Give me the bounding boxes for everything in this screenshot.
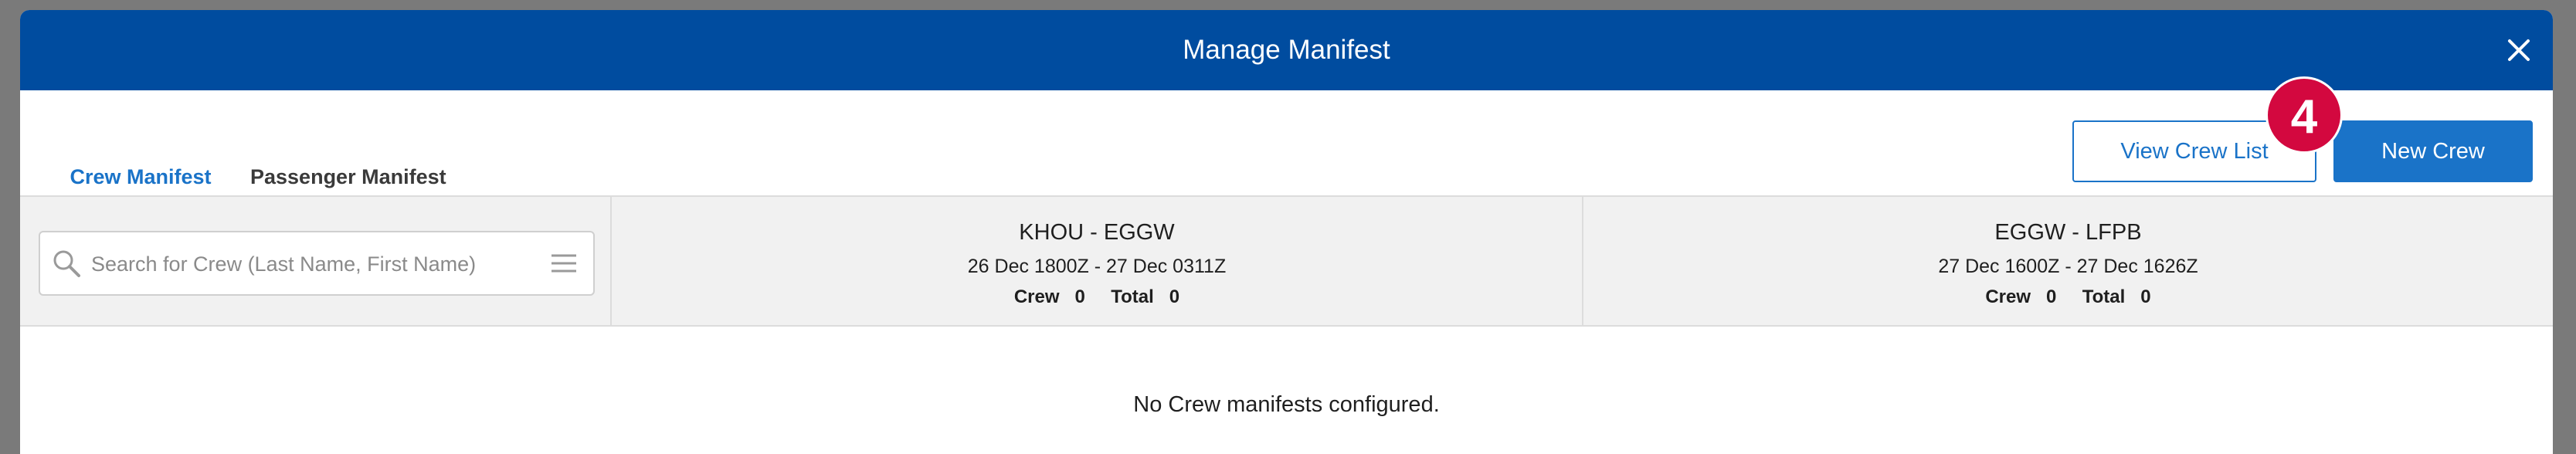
leg-route: EGGW - LFPB <box>1994 220 2142 245</box>
manage-manifest-modal: Manage Manifest Crew Manifest Passenger … <box>20 10 2553 454</box>
leg-route: KHOU - EGGW <box>1019 220 1175 245</box>
total-label: Total <box>1111 286 1154 307</box>
search-cell <box>20 197 612 325</box>
total-count: 0 <box>2140 286 2151 307</box>
search-icon <box>53 250 80 277</box>
total-label: Total <box>2082 286 2126 307</box>
crew-search-input[interactable] <box>90 232 541 296</box>
modal-title: Manage Manifest <box>1183 35 1390 65</box>
leg-counts: Crew 0 Total 0 <box>612 286 1582 308</box>
new-crew-button[interactable]: New Crew <box>2333 120 2533 182</box>
flight-leg-1: KHOU - EGGW 26 Dec 1800Z - 27 Dec 0311Z … <box>612 197 1583 325</box>
close-icon <box>2508 39 2530 61</box>
empty-state-message: No Crew manifests configured. <box>1133 392 1440 417</box>
flight-leg-2: EGGW - LFPB 27 Dec 1600Z - 27 Dec 1626Z … <box>1583 197 2553 325</box>
crew-label: Crew <box>1985 286 2031 307</box>
close-button[interactable] <box>2503 35 2534 66</box>
leg-time: 27 Dec 1600Z - 27 Dec 1626Z <box>1938 256 2198 277</box>
step-number-badge: 4 <box>2265 76 2343 154</box>
crew-search-box[interactable] <box>39 231 595 296</box>
menu-icon[interactable] <box>550 252 578 274</box>
leg-time: 26 Dec 1800Z - 27 Dec 0311Z <box>967 256 1227 277</box>
manifest-header-row: KHOU - EGGW 26 Dec 1800Z - 27 Dec 0311Z … <box>20 195 2553 327</box>
crew-count: 0 <box>2046 286 2057 307</box>
leg-counts: Crew 0 Total 0 <box>1583 286 2553 308</box>
crew-label: Crew <box>1013 286 1060 307</box>
crew-count: 0 <box>1074 286 1085 307</box>
total-count: 0 <box>1169 286 1180 307</box>
modal-header: Manage Manifest <box>20 10 2553 90</box>
